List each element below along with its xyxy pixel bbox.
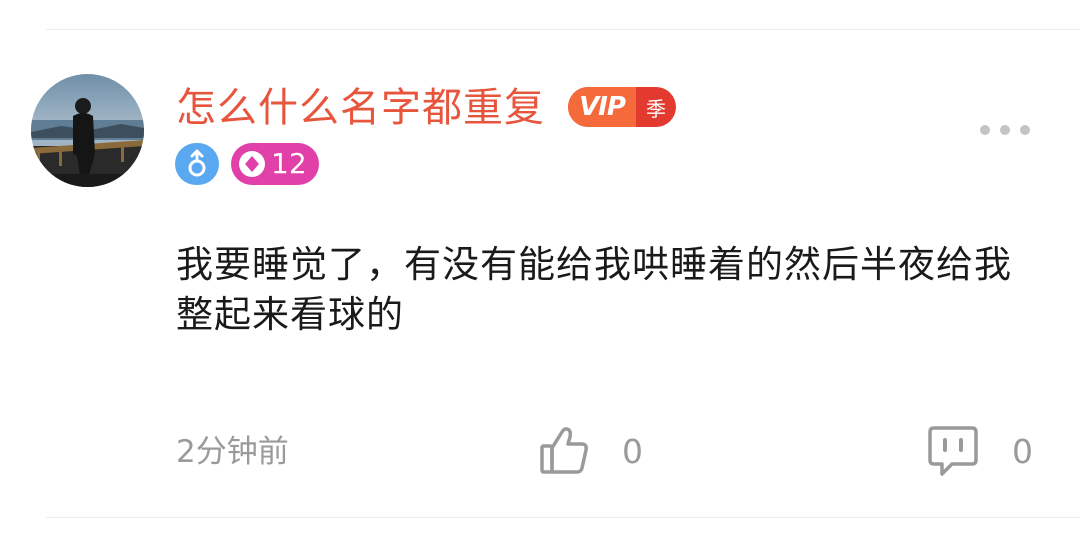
comment-text: 我要睡觉了，有没有能给我哄睡着的然后半夜给我整起来看球的 <box>176 243 1012 336</box>
reply-button[interactable] <box>926 424 980 478</box>
more-dots-icon <box>980 125 990 135</box>
vip-label: VIP <box>568 87 636 127</box>
like-button[interactable] <box>538 424 590 476</box>
comment-page: 怎么什么名字都重复 VIP 季 12 我要睡觉了，有没有能给我哄睡着的然后半夜给… <box>0 0 1080 554</box>
avatar-photo <box>31 74 144 187</box>
top-divider <box>46 29 1080 30</box>
bottom-divider <box>46 517 1080 518</box>
diamond-icon <box>239 151 265 177</box>
like-count: 0 <box>622 432 643 471</box>
more-dots-icon <box>1000 125 1010 135</box>
level-number: 12 <box>271 147 307 180</box>
gender-badge <box>175 143 219 185</box>
more-dots-icon <box>1020 125 1030 135</box>
male-icon <box>188 149 206 177</box>
vip-badge[interactable]: VIP 季 <box>568 87 676 127</box>
thumbs-up-icon <box>540 427 588 474</box>
avatar[interactable] <box>31 74 144 187</box>
reply-count: 0 <box>1012 432 1033 471</box>
level-badge: 12 <box>231 143 319 185</box>
username[interactable]: 怎么什么名字都重复 <box>176 84 545 132</box>
comment-timestamp: 2分钟前 <box>176 434 289 470</box>
vip-season-label: 季 <box>646 96 666 121</box>
comment-bubble-icon <box>928 426 978 476</box>
more-options-button[interactable] <box>980 116 1030 144</box>
